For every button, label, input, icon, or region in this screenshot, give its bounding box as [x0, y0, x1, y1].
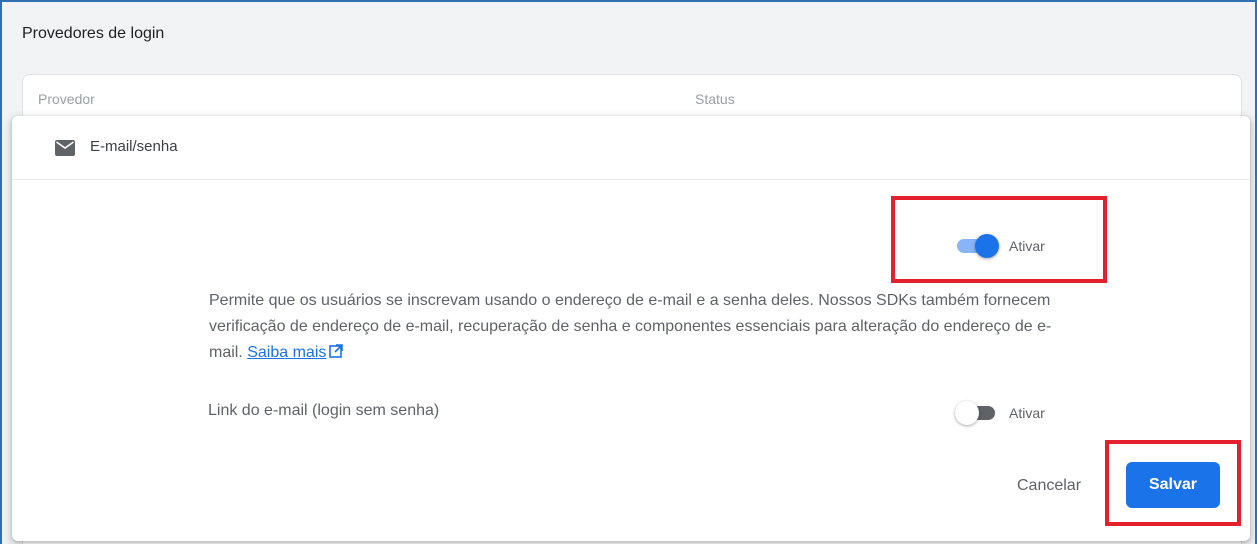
external-link-icon[interactable] — [328, 342, 344, 358]
column-header-status: Status — [695, 91, 735, 107]
save-button[interactable]: Salvar — [1126, 462, 1220, 508]
learn-more-link[interactable]: Saiba mais — [247, 344, 326, 361]
email-link-label: Link do e-mail (login sem senha) — [208, 402, 440, 419]
enable-toggle[interactable] — [955, 234, 999, 258]
provider-edit-card: E-mail/senha Ativar Permite que os usuár… — [12, 116, 1250, 541]
column-header-provider: Provedor — [38, 91, 95, 107]
enable-toggle-label: Ativar — [1009, 238, 1045, 254]
email-link-toggle-label: Ativar — [1009, 405, 1045, 421]
mail-icon — [55, 140, 75, 156]
provider-name: E-mail/senha — [90, 138, 178, 155]
login-providers-panel: Provedores de login Provedor Status E-ma… — [0, 0, 1257, 544]
provider-description: Permite que os usuários se inscrevam usa… — [209, 288, 1069, 366]
cancel-button[interactable]: Cancelar — [1013, 466, 1085, 506]
provider-row: E-mail/senha — [12, 116, 1250, 180]
section-title: Provedores de login — [22, 25, 165, 42]
email-link-toggle[interactable] — [955, 401, 999, 425]
